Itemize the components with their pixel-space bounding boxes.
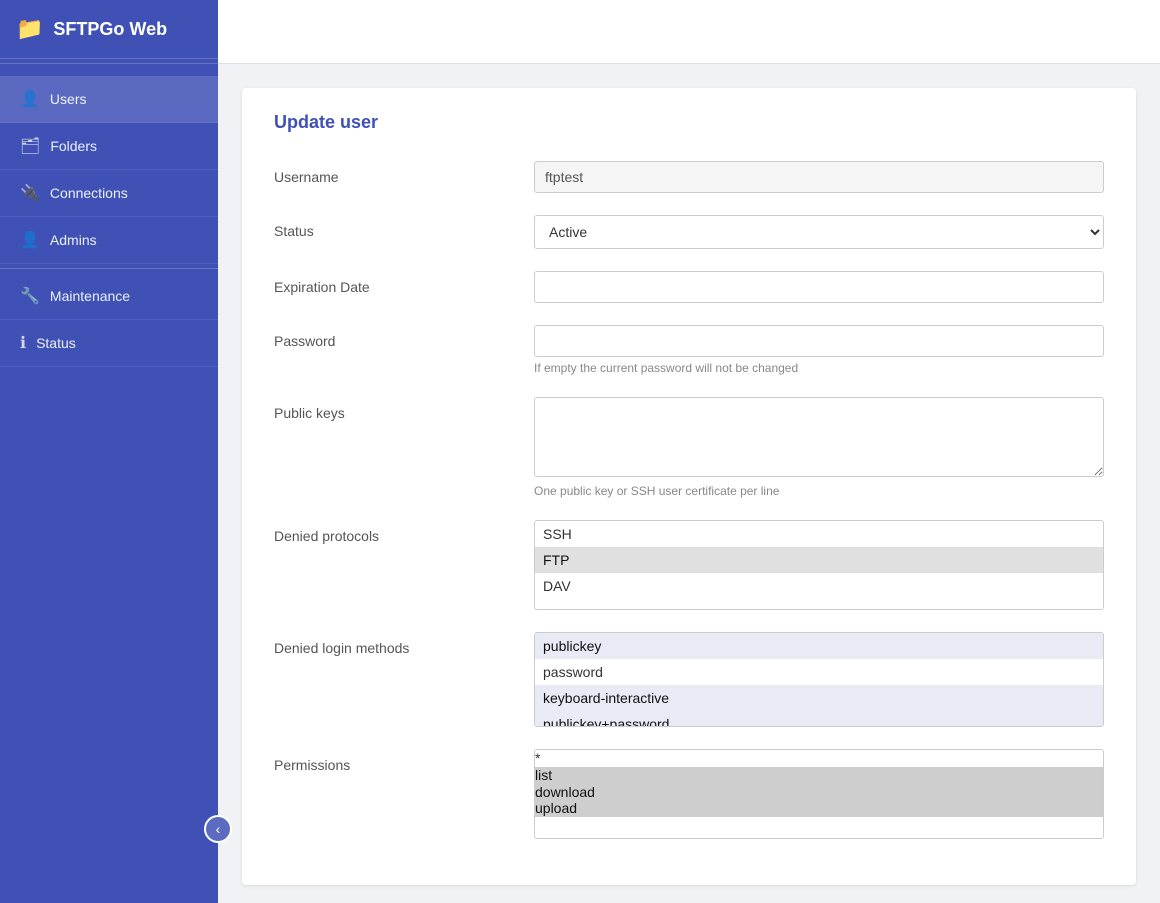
permissions-row: Permissions * list download upload	[274, 749, 1104, 839]
sidebar-item-connections[interactable]: 🔌 Connections	[0, 170, 218, 217]
sidebar-item-folders-label: Folders	[50, 138, 97, 154]
denied-login-methods-label: Denied login methods	[274, 632, 534, 656]
sidebar-item-maintenance[interactable]: 🔧 Maintenance	[0, 273, 218, 320]
username-label: Username	[274, 161, 534, 185]
password-label: Password	[274, 325, 534, 349]
users-icon: 👤	[20, 89, 40, 109]
protocol-option-ftp: FTP	[535, 547, 1103, 573]
username-control-wrap	[534, 161, 1104, 193]
sidebar-item-admins[interactable]: 👤 Admins	[0, 217, 218, 264]
permission-option-upload: upload	[535, 800, 1103, 817]
sidebar-collapse-button[interactable]: ‹	[204, 815, 232, 843]
sidebar-item-admins-label: Admins	[50, 232, 97, 248]
denied-login-methods-select[interactable]: publickey password keyboard-interactive …	[534, 632, 1104, 727]
login-option-keyboard-interactive: keyboard-interactive	[535, 685, 1103, 711]
permissions-select[interactable]: * list download upload	[534, 749, 1104, 839]
public-keys-hint: One public key or SSH user certificate p…	[534, 484, 1104, 498]
password-control-wrap: If empty the current password will not b…	[534, 325, 1104, 375]
sidebar-item-users[interactable]: 👤 Users	[0, 76, 218, 123]
permissions-control-wrap: * list download upload	[534, 749, 1104, 839]
folders-icon: 🗂	[20, 136, 40, 156]
sidebar-item-status-label: Status	[36, 335, 76, 351]
username-row: Username	[274, 161, 1104, 193]
password-hint: If empty the current password will not b…	[534, 361, 1104, 375]
expiration-date-label: Expiration Date	[274, 271, 534, 295]
sidebar-nav: 👤 Users 🗂 Folders 🔌 Connections 👤 Admins…	[0, 68, 218, 367]
admins-icon: 👤	[20, 230, 40, 250]
main-content: Update user Username Status Active Inact…	[218, 0, 1160, 903]
login-option-publickey: publickey	[535, 633, 1103, 659]
denied-login-methods-row: Denied login methods publickey password …	[274, 632, 1104, 727]
status-select[interactable]: Active Inactive	[534, 215, 1104, 249]
denied-protocols-row: Denied protocols SSH FTP DAV	[274, 520, 1104, 610]
status-control-wrap: Active Inactive	[534, 215, 1104, 249]
page-title: Update user	[274, 112, 1104, 133]
sidebar-item-folders[interactable]: 🗂 Folders	[0, 123, 218, 170]
sidebar-logo: 📁 SFTPGo Web	[0, 0, 218, 59]
permission-option-list: list	[535, 767, 1103, 784]
permission-option-all: *	[535, 750, 1103, 767]
content-area: Update user Username Status Active Inact…	[218, 64, 1160, 903]
denied-protocols-select[interactable]: SSH FTP DAV	[534, 520, 1104, 610]
sidebar-item-connections-label: Connections	[50, 185, 128, 201]
login-option-password: password	[535, 659, 1103, 685]
maintenance-icon: 🔧	[20, 286, 40, 306]
protocol-option-ssh: SSH	[535, 521, 1103, 547]
public-keys-textarea[interactable]	[534, 397, 1104, 477]
expiration-date-row: Expiration Date	[274, 271, 1104, 303]
public-keys-label: Public keys	[274, 397, 534, 421]
status-icon: ℹ	[20, 333, 26, 353]
main-header	[218, 0, 1160, 64]
update-user-card: Update user Username Status Active Inact…	[242, 88, 1136, 885]
sidebar-item-users-label: Users	[50, 91, 87, 107]
status-label: Status	[274, 215, 534, 239]
denied-login-methods-control-wrap: publickey password keyboard-interactive …	[534, 632, 1104, 727]
connections-icon: 🔌	[20, 183, 40, 203]
status-row: Status Active Inactive	[274, 215, 1104, 249]
denied-protocols-control-wrap: SSH FTP DAV	[534, 520, 1104, 610]
app-title: SFTPGo Web	[53, 19, 167, 40]
permissions-label: Permissions	[274, 749, 534, 773]
password-row: Password If empty the current password w…	[274, 325, 1104, 375]
login-option-publickey-password: publickey+password	[535, 711, 1103, 727]
expiration-date-control-wrap	[534, 271, 1104, 303]
sidebar: 📁 SFTPGo Web 👤 Users 🗂 Folders 🔌 Connect…	[0, 0, 218, 903]
sidebar-item-maintenance-label: Maintenance	[50, 288, 130, 304]
sidebar-item-status[interactable]: ℹ Status	[0, 320, 218, 367]
logo-icon: 📁	[16, 16, 43, 42]
protocol-option-dav: DAV	[535, 573, 1103, 599]
expiration-date-input[interactable]	[534, 271, 1104, 303]
username-input[interactable]	[534, 161, 1104, 193]
chevron-left-icon: ‹	[216, 821, 221, 837]
denied-protocols-label: Denied protocols	[274, 520, 534, 544]
public-keys-row: Public keys One public key or SSH user c…	[274, 397, 1104, 498]
public-keys-control-wrap: One public key or SSH user certificate p…	[534, 397, 1104, 498]
password-input[interactable]	[534, 325, 1104, 357]
permission-option-download: download	[535, 784, 1103, 801]
